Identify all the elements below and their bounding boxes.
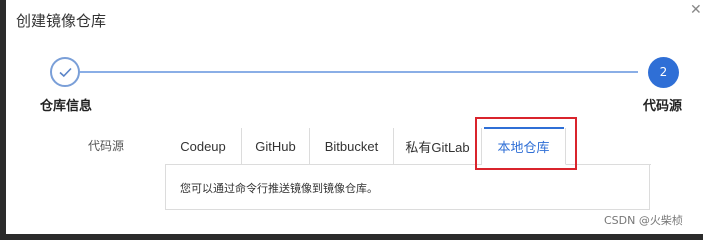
source-field-label: 代码源 (88, 139, 125, 153)
watermark: CSDN @火柴桢 (604, 214, 683, 227)
close-icon[interactable]: ✕ (690, 3, 702, 17)
tab-private-gitlab[interactable]: 私有GitLab (394, 128, 482, 165)
tab-bitbucket[interactable]: Bitbucket (310, 128, 394, 165)
annotation-highlight-box (475, 117, 577, 170)
steps-connector (80, 71, 638, 73)
tab-content-text: 您可以通过命令行推送镜像到镜像仓库。 (180, 182, 378, 195)
dialog-title: 创建镜像仓库 (16, 12, 107, 30)
tab-codeup[interactable]: Codeup (165, 128, 242, 165)
step2-circle: 2 (648, 57, 679, 88)
source-tabs: Codeup GitHub Bitbucket 私有GitLab 本地仓库 (165, 128, 651, 165)
check-icon (59, 67, 72, 78)
step1-label: 仓库信息 (40, 99, 93, 114)
tab-github[interactable]: GitHub (242, 128, 310, 165)
step1-circle (50, 57, 80, 87)
tab-row-filler (566, 128, 651, 165)
step2-label: 代码源 (643, 99, 683, 114)
dialog-edge (687, 0, 703, 234)
